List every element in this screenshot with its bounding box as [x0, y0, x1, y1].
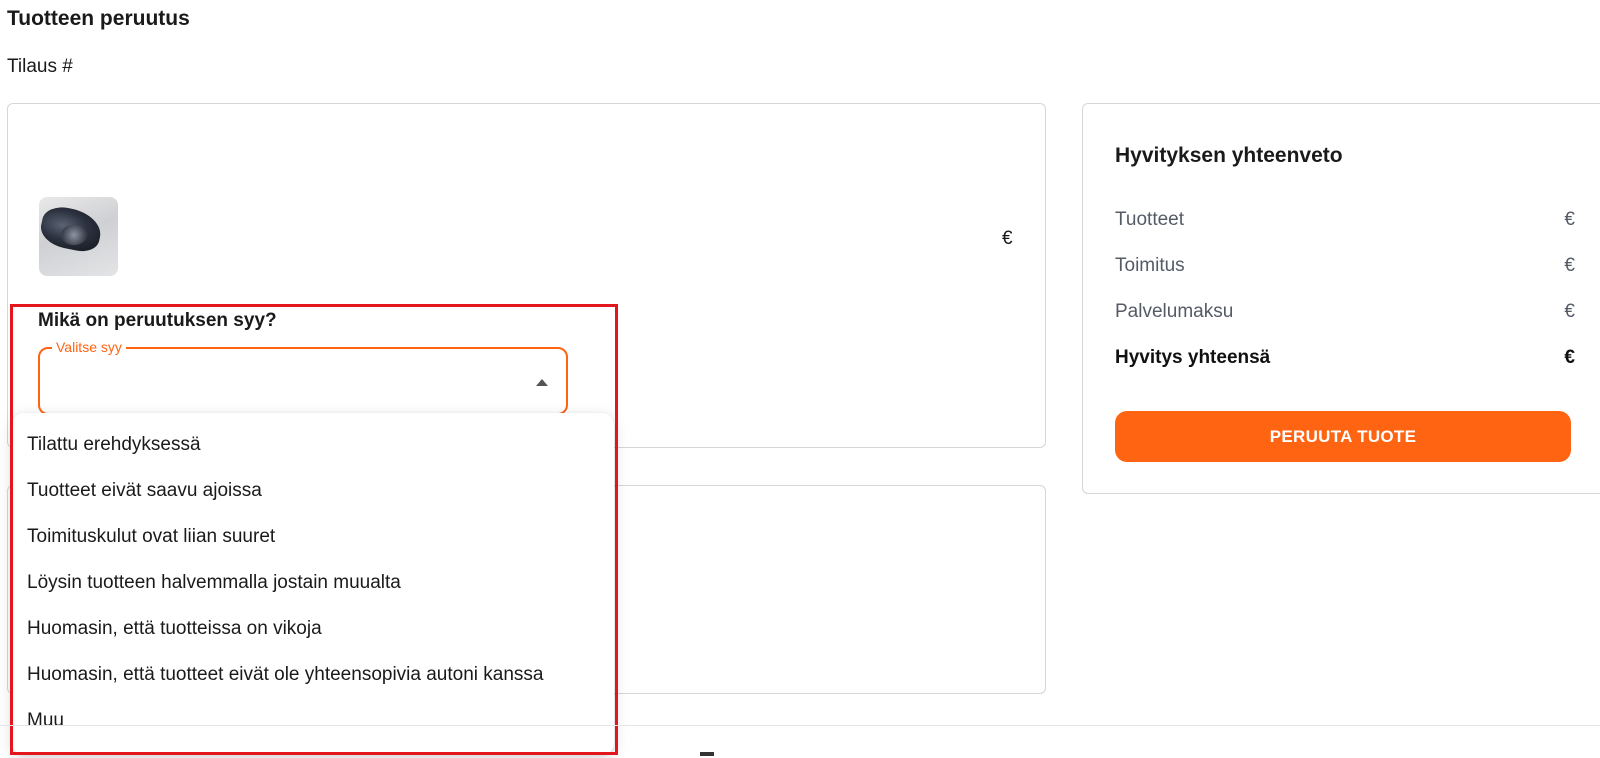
reason-question: Mikä on peruutuksen syy?	[38, 310, 277, 331]
reason-select-label: Valitse syy	[52, 339, 126, 355]
summary-row-label: Palvelumaksu	[1115, 301, 1234, 322]
dropdown-option[interactable]: Toimituskulut ovat liian suuret	[12, 514, 614, 560]
summary-row-label: Tuotteet	[1115, 209, 1185, 230]
refund-summary-card: Hyvityksen yhteenveto Tuotteet € Toimitu…	[1082, 103, 1600, 494]
dropdown-option[interactable]: Muu	[12, 698, 614, 744]
footer-divider	[0, 725, 1600, 726]
summary-total-label: Hyvitys yhteensä	[1115, 347, 1271, 368]
dropdown-option[interactable]: Tilattu erehdyksessä	[12, 422, 614, 468]
summary-title: Hyvityksen yhteenveto	[1115, 144, 1343, 167]
order-number-label: Tilaus #	[7, 56, 73, 77]
product-image	[39, 197, 118, 276]
summary-row-label: Toimitus	[1115, 255, 1185, 276]
cancel-reason-section: Mikä on peruutuksen syy? Valitse syy Til…	[12, 305, 618, 755]
reason-select[interactable]: Valitse syy	[38, 339, 568, 415]
reason-dropdown-menu: Tilattu erehdyksessä Tuotteet eivät saav…	[12, 413, 614, 755]
summary-row-value: €	[1564, 301, 1575, 322]
page-title: Tuotteen peruutus	[7, 7, 190, 30]
summary-row-value: €	[1564, 255, 1575, 276]
dropdown-option[interactable]: Löysin tuotteen halvemmalla jostain muua…	[12, 560, 614, 606]
product-price: €	[1002, 228, 1013, 249]
dropdown-option[interactable]: Tuotteet eivät saavu ajoissa	[12, 468, 614, 514]
summary-total-value: €	[1564, 347, 1575, 368]
cancel-product-button[interactable]: PERUUTA TUOTE	[1115, 411, 1571, 462]
dropdown-option[interactable]: Huomasin, että tuotteet eivät ole yhteen…	[12, 652, 614, 698]
footer-fragment	[700, 752, 714, 756]
summary-row-value: €	[1564, 209, 1575, 230]
dropdown-option[interactable]: Huomasin, että tuotteissa on vikoja	[12, 606, 614, 652]
caret-up-icon[interactable]	[536, 379, 548, 386]
